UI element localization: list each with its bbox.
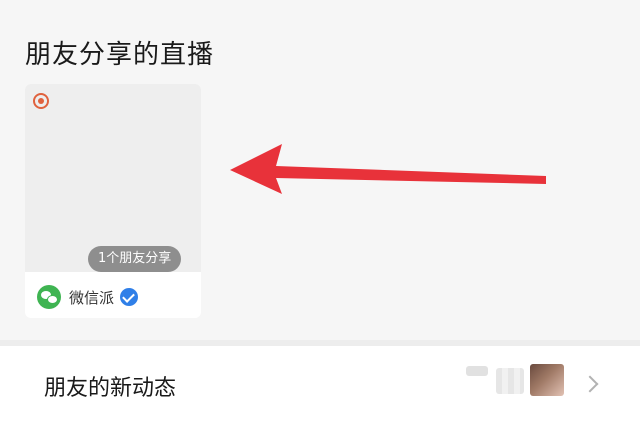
live-thumbnail[interactable]: 1个朋友分享 bbox=[25, 84, 201, 272]
friends-moments-row[interactable]: 朋友的新动态 bbox=[0, 346, 640, 424]
wechat-logo-icon bbox=[37, 285, 61, 309]
friends-shared-live-section: 朋友分享的直播 1个朋友分享 微信派 bbox=[0, 0, 640, 340]
friend-avatar bbox=[496, 368, 524, 394]
section-title: 朋友分享的直播 bbox=[25, 40, 215, 70]
live-record-icon bbox=[33, 93, 49, 109]
verified-badge-icon bbox=[120, 288, 139, 306]
chevron-right-icon bbox=[581, 375, 599, 393]
live-card[interactable]: 1个朋友分享 微信派 bbox=[25, 84, 201, 318]
share-count-badge: 1个朋友分享 bbox=[88, 246, 182, 272]
annotation-arrow-icon bbox=[230, 144, 546, 194]
friend-avatar bbox=[466, 366, 488, 376]
author-name: 微信派 bbox=[69, 288, 115, 307]
author-row[interactable]: 微信派 bbox=[37, 284, 139, 310]
friend-avatar bbox=[530, 364, 564, 396]
friends-moments-label: 朋友的新动态 bbox=[44, 376, 177, 401]
